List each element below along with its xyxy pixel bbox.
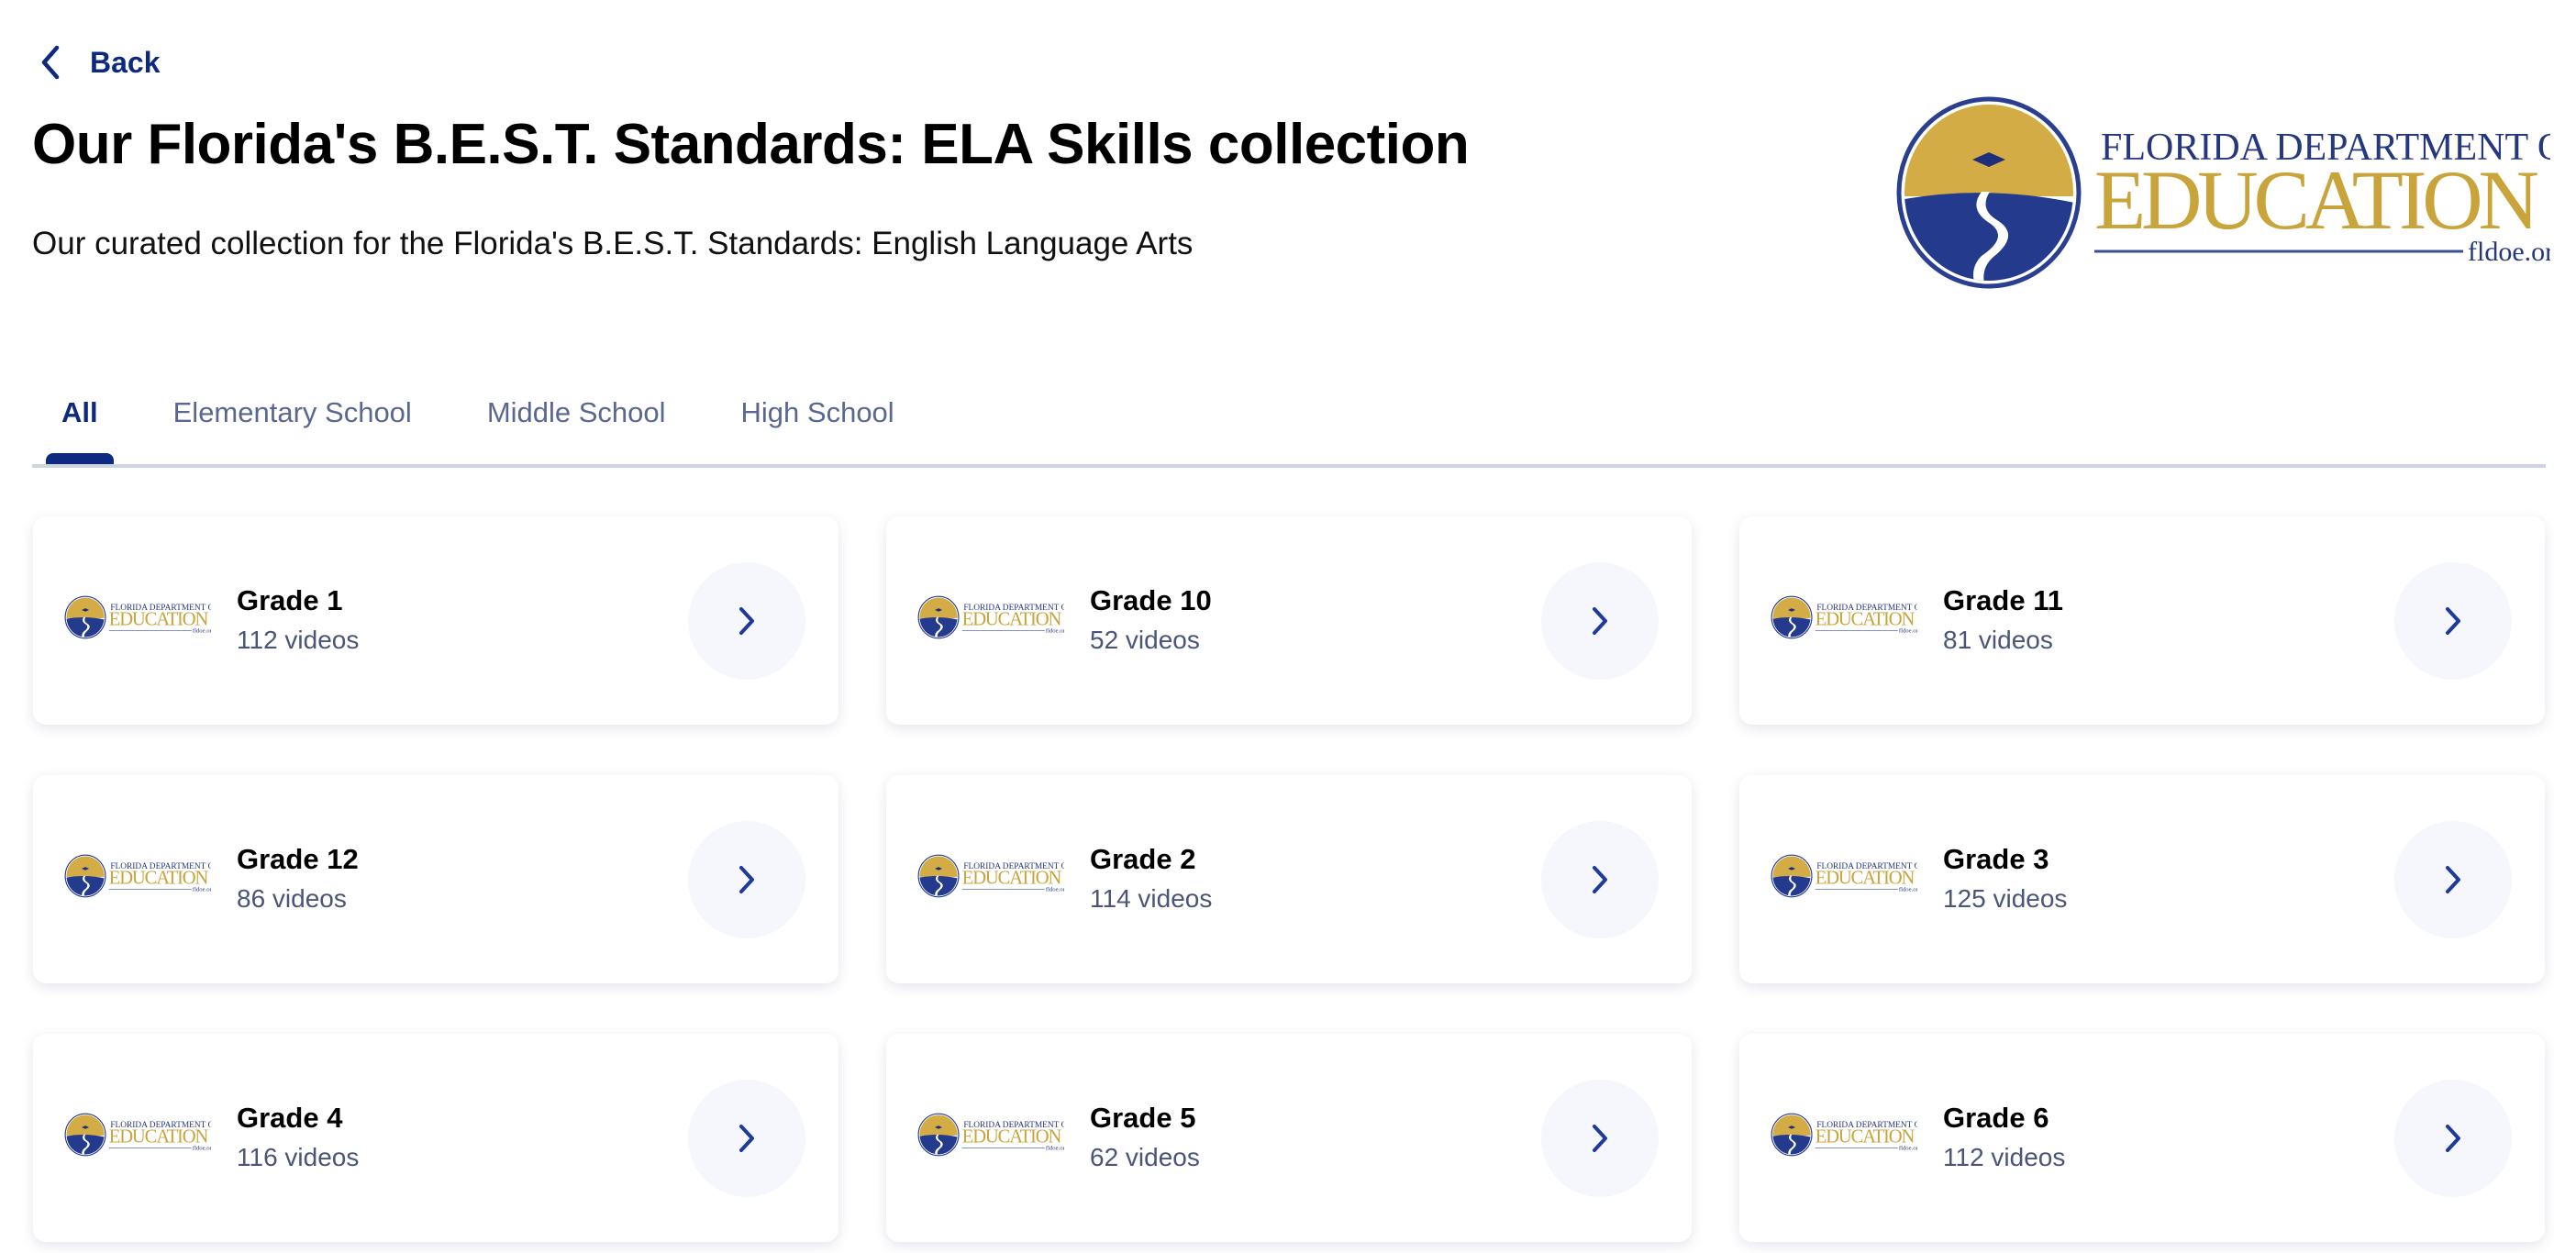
card-title: Grade 2 [1090, 843, 1196, 875]
card-title: Grade 10 [1090, 584, 1212, 616]
fldoe-logo-thumbnail [1771, 594, 1917, 640]
back-button[interactable]: Back [39, 44, 161, 81]
page-subtitle: Our curated collection for the Florida's… [32, 226, 1194, 261]
video-count: 116 videos [237, 1143, 360, 1171]
back-label: Back [90, 45, 161, 79]
tab-bar: All Elementary School Middle School High… [32, 385, 2546, 468]
chevron-left-icon [41, 45, 60, 80]
open-button[interactable] [2394, 562, 2512, 680]
chevron-right-icon [739, 866, 754, 893]
fldoe-logo-thumbnail [917, 1112, 1064, 1158]
open-button[interactable] [2394, 1080, 2512, 1197]
video-count: 62 videos [1090, 1143, 1200, 1171]
grade-card[interactable]: Grade 12 86 videos [33, 775, 838, 983]
video-count: 52 videos [1090, 626, 1200, 654]
grade-card[interactable]: Grade 5 62 videos [886, 1034, 1692, 1242]
video-count: 125 videos [1943, 884, 2068, 913]
open-button[interactable] [688, 821, 805, 938]
card-title: Grade 5 [1090, 1102, 1196, 1134]
fldoe-logo-thumbnail [1771, 1112, 1917, 1158]
video-count: 114 videos [1090, 884, 1213, 913]
grade-card[interactable]: Grade 11 81 videos [1739, 516, 2545, 725]
open-button[interactable] [688, 562, 805, 680]
chevron-right-icon [2446, 607, 2460, 635]
open-button[interactable] [1541, 821, 1659, 938]
chevron-right-icon [739, 607, 754, 635]
grade-card[interactable]: Grade 2 114 videos [886, 775, 1692, 983]
card-title: Grade 6 [1943, 1102, 2049, 1134]
fldoe-logo-thumbnail [64, 1112, 211, 1158]
fldoe-logo-thumbnail [917, 594, 1064, 640]
tab-all[interactable]: All [46, 385, 114, 464]
chevron-right-icon [2446, 1125, 2460, 1152]
fldoe-logo-thumbnail [64, 594, 211, 640]
video-count: 112 videos [237, 626, 360, 654]
tab-middle-school[interactable]: Middle School [487, 385, 666, 464]
tab-high-school[interactable]: High School [741, 385, 894, 464]
chevron-right-icon [1593, 607, 1607, 635]
fldoe-logo [1894, 95, 2550, 290]
collection-grid: Grade 1 112 videos Grade 10 52 videos Gr… [33, 516, 2545, 1242]
open-button[interactable] [688, 1080, 805, 1197]
grade-card[interactable]: Grade 4 116 videos [33, 1034, 838, 1242]
video-count: 112 videos [1943, 1143, 2066, 1171]
fldoe-logo-thumbnail [64, 853, 211, 899]
card-title: Grade 1 [237, 584, 343, 616]
tab-elementary-school[interactable]: Elementary School [173, 385, 412, 464]
page-title: Our Florida's B.E.S.T. Standards: ELA Sk… [32, 113, 1470, 176]
fldoe-logo-thumbnail [917, 853, 1064, 899]
fldoe-logo-thumbnail [1771, 853, 1917, 899]
card-title: Grade 11 [1943, 584, 2063, 616]
card-title: Grade 3 [1943, 843, 2049, 875]
chevron-right-icon [1593, 1125, 1607, 1152]
chevron-right-icon [1593, 866, 1607, 893]
grade-card[interactable]: Grade 10 52 videos [886, 516, 1692, 725]
chevron-right-icon [739, 1125, 754, 1152]
grade-card[interactable]: Grade 1 112 videos [33, 516, 838, 725]
grade-card[interactable]: Grade 6 112 videos [1739, 1034, 2545, 1242]
open-button[interactable] [1541, 1080, 1659, 1197]
open-button[interactable] [1541, 562, 1659, 680]
card-title: Grade 12 [237, 843, 359, 875]
grade-card[interactable]: Grade 3 125 videos [1739, 775, 2545, 983]
card-title: Grade 4 [237, 1102, 343, 1134]
video-count: 86 videos [237, 884, 347, 913]
chevron-right-icon [2446, 866, 2460, 893]
video-count: 81 videos [1943, 626, 2053, 654]
open-button[interactable] [2394, 821, 2512, 938]
